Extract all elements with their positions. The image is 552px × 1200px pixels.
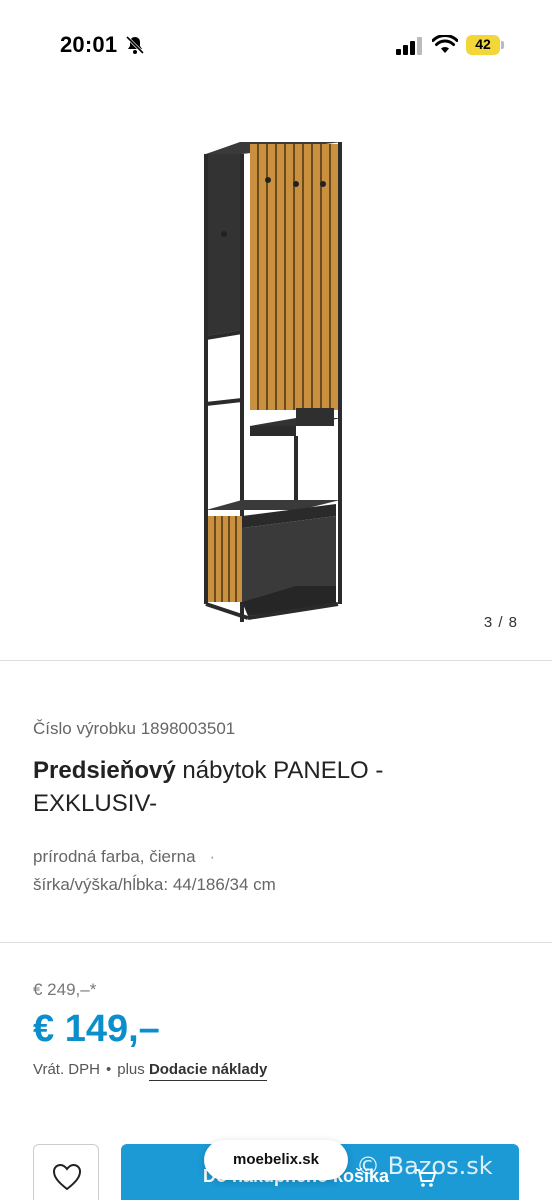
plus-label: plus — [117, 1061, 145, 1078]
divider — [0, 660, 552, 661]
status-time: 20:01 — [60, 32, 118, 57]
product-color-row: prírodná farba, čierna · — [33, 843, 276, 871]
current-price: € 149,– — [33, 1008, 160, 1050]
product-title: Predsieňový nábytok PANELO - EXKLUSIV- — [33, 754, 513, 820]
battery-indicator: 42 — [466, 35, 504, 55]
status-bar: 20:01 42 — [0, 0, 552, 92]
product-attributes: prírodná farba, čierna · šírka/výška/hĺbk… — [33, 843, 276, 899]
product-number: Číslo výrobku 1898003501 — [33, 719, 235, 739]
shipping-costs-link[interactable]: Dodacie náklady — [148, 1061, 268, 1081]
cellular-signal-icon — [396, 37, 422, 55]
bell-slash-icon — [125, 35, 145, 55]
product-image[interactable] — [0, 92, 552, 660]
wishlist-button[interactable] — [33, 1144, 99, 1200]
old-price: € 249,–* — [33, 980, 97, 999]
bullet-separator: • — [105, 1061, 112, 1078]
browser-url-pill[interactable]: moebelix.sk — [204, 1140, 348, 1180]
attribute-separator: · — [209, 847, 216, 866]
product-number-label: Číslo výrobku — [33, 719, 136, 738]
tax-label: Vrát. DPH — [33, 1061, 100, 1078]
heart-icon — [52, 1163, 82, 1191]
product-number-value: 1898003501 — [140, 719, 236, 738]
battery-level: 42 — [475, 36, 491, 52]
image-counter: 3 / 8 — [483, 614, 518, 631]
product-color: prírodná farba, čierna — [33, 847, 196, 866]
watermark: © Bazos.sk — [356, 1152, 493, 1180]
tax-info: Vrát. DPH • plus Dodacie náklady — [33, 1061, 268, 1081]
divider — [0, 942, 552, 943]
wifi-icon — [432, 35, 458, 53]
product-title-bold: Predsieňový — [33, 757, 176, 784]
battery-tip — [501, 41, 504, 49]
product-dimensions: šírka/výška/hĺbka: 44/186/34 cm — [33, 875, 276, 894]
